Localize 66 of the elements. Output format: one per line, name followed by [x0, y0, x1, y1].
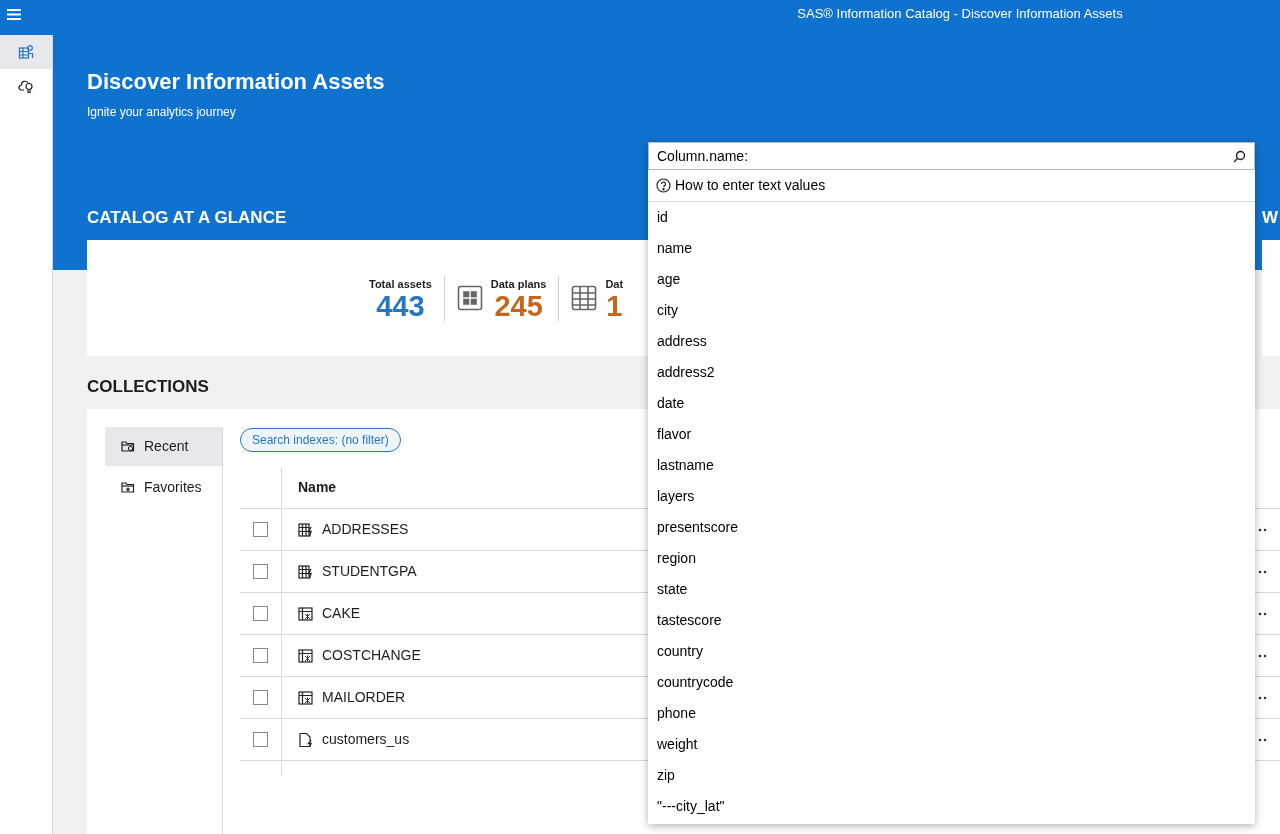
table-cell-text: MAILORDER — [322, 688, 406, 708]
menu-icon[interactable] — [7, 8, 21, 20]
suggestion-item[interactable]: date — [648, 388, 1255, 419]
row-checkbox[interactable] — [253, 648, 268, 664]
folder-clock-icon — [121, 440, 135, 454]
suggestion-item[interactable]: countrycode — [648, 667, 1255, 698]
suggestion-item[interactable]: state — [648, 574, 1255, 605]
catalog-icon — [18, 44, 34, 60]
page-subtitle: Ignite your analytics journey — [87, 105, 236, 120]
section-heading: CATALOG AT A GLANCE — [87, 208, 287, 229]
row-checkbox[interactable] — [253, 564, 268, 580]
stat-label: Dat — [605, 276, 624, 292]
section-heading: COLLECTIONS — [87, 377, 209, 398]
table-grid-icon — [298, 605, 314, 622]
stat-value: 1 — [605, 292, 624, 322]
help-link[interactable]: How to enter text values — [648, 170, 1255, 202]
table-cell-text: CAKE — [322, 604, 361, 624]
page-title: Discover Information Assets — [87, 68, 386, 96]
stat-label: Total assets — [369, 276, 432, 292]
filter-chip[interactable]: Search indexes: (no filter) — [240, 428, 401, 453]
stat-value: 245 — [493, 292, 544, 322]
nav-item[interactable]: Favorites — [105, 468, 222, 508]
cloud-bulb-icon — [18, 78, 34, 94]
table-bolt-icon — [298, 521, 314, 538]
search-field[interactable]: Column.name: — [648, 142, 1255, 170]
stat-label: Data plans — [490, 276, 547, 292]
suggestion-item[interactable]: zip — [648, 760, 1255, 791]
table-cell-text: STUDENTGPA — [322, 562, 417, 582]
row-checkbox[interactable] — [253, 690, 268, 706]
suggestion-item[interactable]: phone — [648, 698, 1255, 729]
suggestion-item[interactable]: weight — [648, 729, 1255, 760]
suggestion-item[interactable]: lastname — [648, 450, 1255, 481]
section-heading: W — [1262, 208, 1279, 229]
grid-icon — [456, 285, 483, 312]
suggestion-item[interactable]: presentscore — [648, 512, 1255, 543]
suggestion-item[interactable]: layers — [648, 481, 1255, 512]
stat-value: 443 — [375, 292, 426, 322]
suggestion-item[interactable]: "---city_lat" — [648, 791, 1255, 822]
row-checkbox[interactable] — [253, 606, 268, 622]
suggestion-item[interactable]: tastescore — [648, 605, 1255, 636]
file-bolt-icon — [298, 731, 314, 748]
folder-star-icon — [121, 481, 135, 495]
help-icon — [656, 178, 671, 193]
suggestion-item[interactable]: country — [648, 636, 1255, 667]
table-cell-text: ADDRESSES — [322, 520, 409, 540]
table-icon — [571, 285, 598, 312]
column-header: Name — [298, 478, 337, 498]
suggestion-item[interactable]: address — [648, 326, 1255, 357]
table-cell-text: COSTCHANGE — [322, 646, 421, 666]
table-bolt-icon — [298, 563, 314, 580]
suggestion-item[interactable]: name — [648, 233, 1255, 264]
table-grid-icon — [298, 689, 314, 706]
nav-item[interactable]: Recent — [105, 427, 222, 467]
app-title: SAS® Information Catalog - Discover Information Assets — [797, 6, 1123, 21]
suggestion-item[interactable]: id — [648, 202, 1255, 233]
search-icon — [1233, 150, 1246, 163]
rail-tab[interactable] — [0, 35, 52, 69]
suggestion-item[interactable]: city — [648, 295, 1255, 326]
suggestion-item[interactable]: region — [648, 543, 1255, 574]
row-checkbox[interactable] — [253, 522, 268, 538]
row-checkbox[interactable] — [253, 732, 268, 748]
suggestion-item[interactable]: age — [648, 264, 1255, 295]
table-grid-icon — [298, 647, 314, 664]
table-cell-text: customers_us — [322, 730, 410, 750]
suggestion-item[interactable]: address2 — [648, 357, 1255, 388]
suggestion-item[interactable]: flavor — [648, 419, 1255, 450]
